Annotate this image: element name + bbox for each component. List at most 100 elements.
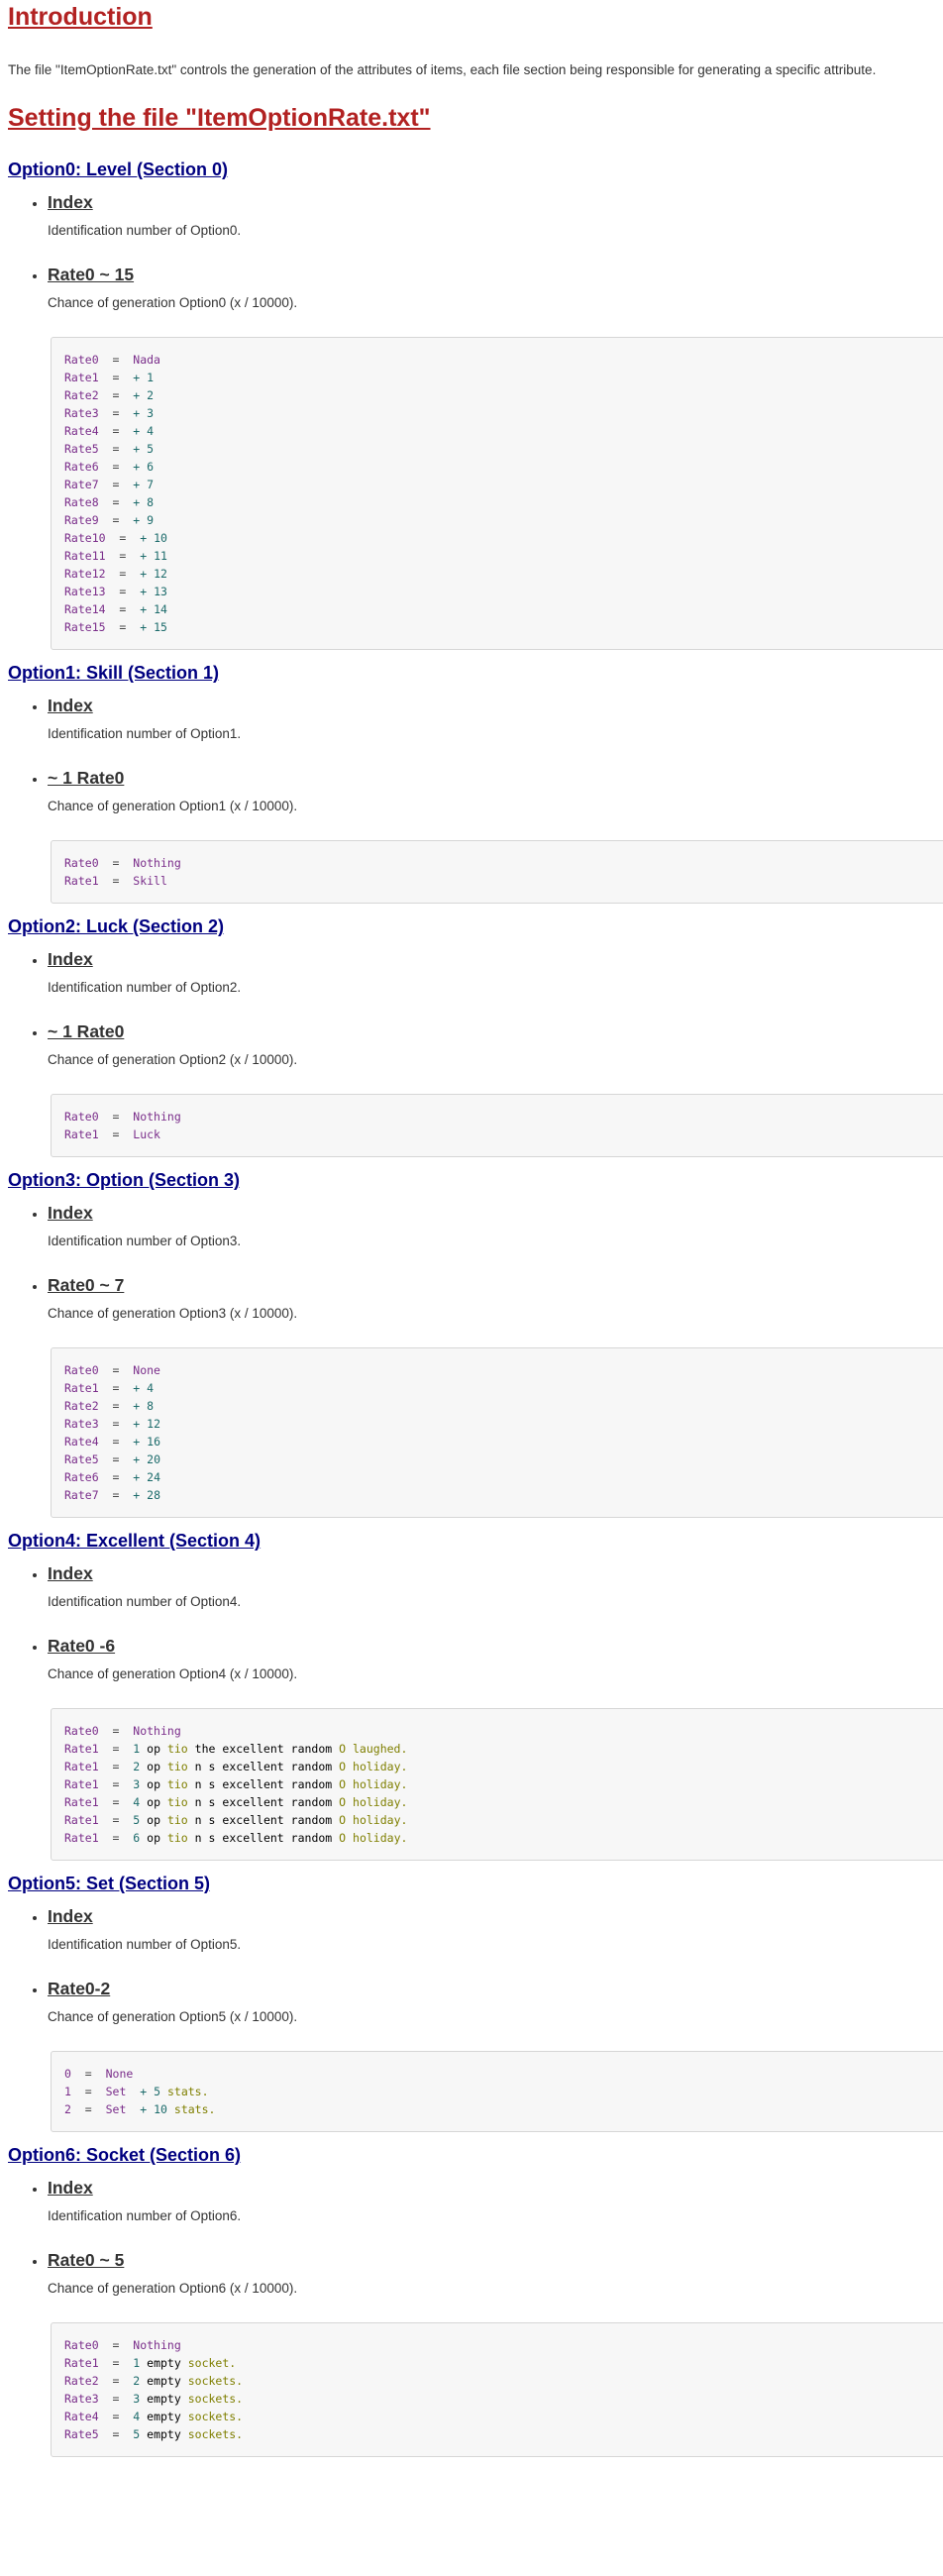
section-title[interactable]: Option2: Luck (Section 2) [8, 915, 943, 949]
option-section: Option3: Option (Section 3)Index Identifi… [8, 1169, 943, 1518]
field-desc-index: Identification number of Option1. [48, 726, 242, 741]
code-block: Rate0 = None Rate1 = + 4 Rate2 = + 8 Rate3 … [51, 1347, 943, 1518]
code-block: 0 = None 1 = Set + 5 stats. 2 = Set + 10 s… [51, 2051, 943, 2132]
field-item-rate: Rate0 ~ 7 Chance of generation Option3 (x… [48, 1275, 943, 1518]
code-value: + 13 [140, 585, 167, 598]
code-equals: = [112, 874, 120, 888]
code-line: 1 = Set + 5 stats. [64, 2083, 943, 2100]
code-line: Rate1 = 4 op tio n s excellent random O … [64, 1793, 943, 1811]
code-key: Rate5 [64, 1452, 99, 1466]
code-key: Rate1 [64, 1742, 99, 1756]
code-equals: = [112, 424, 120, 438]
code-line: Rate0 = Nothing [64, 1722, 943, 1740]
code-key: Rate5 [64, 442, 99, 456]
section-title[interactable]: Option1: Skill (Section 1) [8, 662, 943, 696]
code-equals: = [112, 1381, 120, 1395]
intro-text: The file "ItemOptionRate.txt" controls t… [8, 62, 877, 77]
code-line: Rate9 = + 9 [64, 511, 943, 529]
code-equals: = [112, 1417, 120, 1431]
code-block: Rate0 = Nothing Rate1 = Skill [51, 840, 943, 904]
code-line: Rate2 = + 8 [64, 1397, 943, 1415]
field-item-rate: ~ 1 Rate0 Chance of generation Option1 (x… [48, 768, 943, 904]
code-value: Skill [133, 874, 167, 888]
code-value: None [133, 1363, 160, 1377]
code-equals: = [112, 388, 120, 402]
code-value: + 9 [133, 513, 155, 527]
code-equals: = [112, 2410, 120, 2423]
code-value: Set + 5 stats. [105, 2085, 209, 2098]
code-block: Rate0 = Nada Rate1 = + 1 Rate2 = + 2 Rate3 … [51, 337, 943, 650]
code-line: Rate10 = + 10 [64, 529, 943, 547]
field-item-index: Index Identification number of Option2. [48, 949, 943, 1021]
code-equals: = [112, 371, 120, 384]
field-title-index: Index [48, 1563, 93, 1583]
code-equals: = [112, 1795, 120, 1809]
code-value: + 1 [133, 371, 155, 384]
code-line: Rate5 = 5 empty sockets. [64, 2425, 943, 2443]
field-title-index: Index [48, 696, 93, 715]
code-key: Rate0 [64, 1363, 99, 1377]
section-title[interactable]: Option6: Socket (Section 6) [8, 2144, 943, 2178]
code-equals: = [84, 2067, 92, 2081]
field-title-rate: Rate0 ~ 15 [48, 265, 135, 284]
field-list: Index Identification number of Option3. Ra… [8, 1203, 943, 1518]
code-key: Rate2 [64, 2374, 99, 2388]
code-value: 2 op tio n s excellent random O holiday. [133, 1760, 408, 1773]
field-desc-index: Identification number of Option6. [48, 2208, 242, 2223]
code-key: Rate1 [64, 1813, 99, 1827]
code-line: Rate4 = + 16 [64, 1433, 943, 1450]
code-equals: = [119, 567, 127, 581]
field-desc-index: Identification number of Option4. [48, 1594, 242, 1609]
code-line: Rate1 = 2 op tio n s excellent random O … [64, 1758, 943, 1775]
field-item-rate: Rate0 ~ 15 Chance of generation Option0 (… [48, 265, 943, 650]
code-equals: = [112, 513, 120, 527]
section-title[interactable]: Option4: Excellent (Section 4) [8, 1530, 943, 1563]
field-desc-index: Identification number of Option0. [48, 223, 242, 238]
section-title[interactable]: Option5: Set (Section 5) [8, 1873, 943, 1906]
code-key: Rate1 [64, 1760, 99, 1773]
field-title-rate: Rate0 ~ 5 [48, 2250, 125, 2270]
code-line: Rate4 = + 4 [64, 422, 943, 440]
code-line: Rate3 = + 3 [64, 404, 943, 422]
code-key: Rate1 [64, 371, 99, 384]
code-value: + 28 [133, 1488, 161, 1502]
code-line: Rate1 = + 4 [64, 1379, 943, 1397]
code-equals: = [112, 2338, 120, 2352]
code-equals: = [112, 1363, 120, 1377]
field-desc-rate: Chance of generation Option3 (x / 10000)… [48, 1306, 298, 1321]
code-value: 5 op tio n s excellent random O holiday. [133, 1813, 408, 1827]
code-line: Rate1 = 1 op tio the excellent random O … [64, 1740, 943, 1758]
code-key: Rate0 [64, 1110, 99, 1124]
code-line: Rate7 = + 7 [64, 476, 943, 493]
section-title[interactable]: Option0: Level (Section 0) [8, 159, 943, 192]
code-equals: = [112, 1777, 120, 1791]
code-equals: = [84, 2085, 92, 2098]
code-value: 1 empty socket. [133, 2356, 237, 2370]
code-equals: = [112, 1760, 120, 1773]
code-value: + 8 [133, 1399, 155, 1413]
code-value: Nada [133, 353, 160, 367]
section-title[interactable]: Option3: Option (Section 3) [8, 1169, 943, 1203]
field-desc-rate: Chance of generation Option4 (x / 10000)… [48, 1666, 298, 1681]
code-key: Rate4 [64, 424, 99, 438]
code-key: Rate11 [64, 549, 106, 563]
field-title-index: Index [48, 949, 93, 969]
code-equals: = [112, 442, 120, 456]
code-line: Rate13 = + 13 [64, 583, 943, 600]
code-line: Rate1 = 5 op tio n s excellent random O … [64, 1811, 943, 1829]
option-section: Option1: Skill (Section 1)Index Identific… [8, 662, 943, 904]
code-value: 6 op tio n s excellent random O holiday. [133, 1831, 408, 1845]
code-equals: = [112, 856, 120, 870]
code-value: + 15 [140, 620, 167, 634]
code-equals: = [112, 2356, 120, 2370]
code-line: Rate1 = Luck [64, 1126, 943, 1143]
code-value: None [105, 2067, 134, 2081]
field-item-rate: Rate0 -6 Chance of generation Option4 (x … [48, 1636, 943, 1861]
code-key: Rate1 [64, 874, 99, 888]
field-title-index: Index [48, 2178, 93, 2198]
code-key: Rate4 [64, 2410, 99, 2423]
field-item-index: Index Identification number of Option6. [48, 2178, 943, 2250]
code-value: + 12 [133, 1417, 161, 1431]
field-title-rate: Rate0 -6 [48, 1636, 116, 1656]
code-block: Rate0 = Nothing Rate1 = 1 empty socket. Ra… [51, 2322, 943, 2457]
